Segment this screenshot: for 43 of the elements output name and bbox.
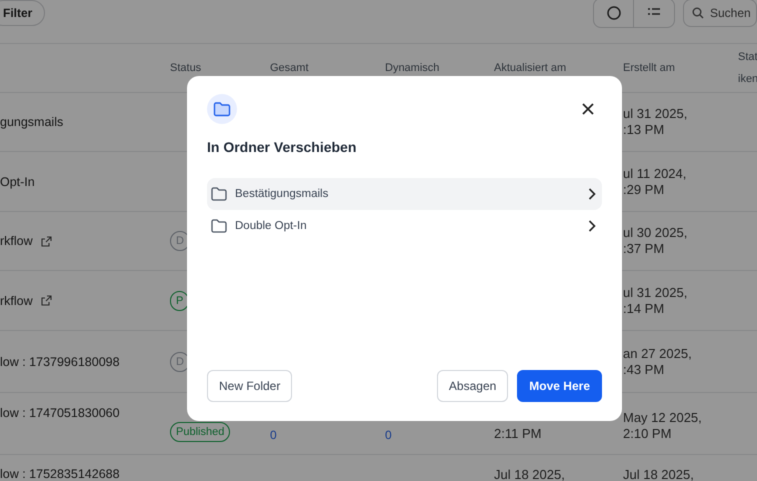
updated-date: 2:11 PM	[494, 426, 542, 442]
external-link-icon[interactable]	[40, 295, 52, 306]
created-date: ul 31 2025, :13 PM	[623, 106, 688, 138]
move-here-button[interactable]: Move Here	[517, 370, 602, 402]
column-header: Gesamt	[270, 62, 309, 74]
status-badge: Published	[170, 422, 230, 442]
workflow-name[interactable]: rkflow	[0, 294, 33, 308]
new-folder-button[interactable]: New Folder	[207, 370, 292, 402]
workflow-name[interactable]: gungsmails	[0, 115, 64, 129]
created-date: ul 31 2025, :14 PM	[623, 284, 688, 316]
close-icon	[582, 103, 594, 115]
cancel-button[interactable]: Absagen	[436, 370, 508, 402]
count-link[interactable]: 0	[385, 428, 392, 442]
workflow-name[interactable]: Opt-In	[0, 174, 35, 188]
created-date: an 27 2025, :43 PM	[623, 346, 692, 378]
circle-icon	[606, 6, 620, 20]
close-button[interactable]	[582, 103, 594, 115]
column-header: Status	[170, 62, 202, 74]
folder-icon	[211, 187, 227, 201]
folder-item[interactable]: Bestätigungsmails	[207, 178, 602, 210]
column-header: Dynamisch	[385, 62, 440, 74]
refresh-button[interactable]	[593, 0, 634, 28]
created-date: ul 30 2025, :37 PM	[623, 225, 688, 257]
updated-date: Jul 18 2025,	[494, 467, 565, 481]
count-link[interactable]: 0	[270, 428, 277, 442]
search-field[interactable]: Suchen	[683, 0, 757, 26]
workflow-name[interactable]: low : 1747051830060	[0, 406, 120, 420]
column-header: Aktualisiert am	[494, 62, 566, 74]
created-date: May 12 2025, 2:10 PM	[623, 410, 702, 442]
column-header: Erstellt am	[623, 62, 675, 74]
chevron-right-icon	[588, 220, 596, 232]
external-link-icon[interactable]	[40, 236, 52, 246]
workflow-name[interactable]: low : 1752835142688	[0, 467, 120, 481]
workflow-name[interactable]: rkflow	[0, 234, 33, 248]
created-date: Jul 18 2025,	[623, 467, 694, 481]
dialog-title: In Ordner Verschieben	[207, 139, 358, 155]
folder-icon	[211, 219, 227, 233]
created-date: ul 11 2024, :29 PM	[623, 166, 686, 198]
workflow-name[interactable]: low : 1737996180098	[0, 354, 120, 368]
chevron-right-icon	[588, 188, 596, 200]
folder-icon	[207, 94, 237, 124]
folder-item[interactable]: Double Opt-In	[207, 210, 602, 242]
filter-button[interactable]: Filter	[0, 0, 46, 26]
